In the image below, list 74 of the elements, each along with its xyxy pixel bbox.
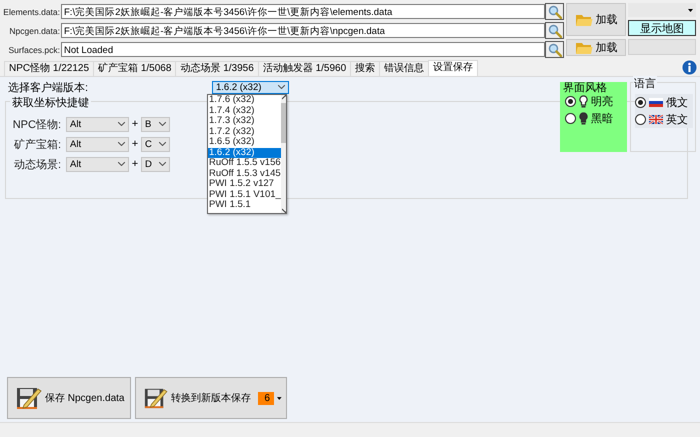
tab[interactable]: NPC怪物 1/22125 xyxy=(4,61,94,76)
option-label: 英文 xyxy=(666,112,688,127)
convert-save-button[interactable]: 转换到新版本保存 6 xyxy=(135,377,287,419)
search-icon xyxy=(548,4,562,18)
plus-sign: + xyxy=(130,118,140,130)
load-button[interactable]: 加载 xyxy=(566,3,626,36)
floppy-pencil-icon xyxy=(16,385,42,411)
group-title: 获取坐标快捷键 xyxy=(10,95,91,110)
chevron-icon xyxy=(159,162,166,166)
radio-button[interactable] xyxy=(635,114,646,125)
info-icon[interactable] xyxy=(682,60,697,75)
version-combo[interactable]: 1.6.2 (x32) xyxy=(212,80,289,94)
bulb-icon xyxy=(579,95,588,108)
version-label: 选择客户端版本: xyxy=(7,80,90,94)
plus-sign: + xyxy=(130,158,140,170)
load-button[interactable]: 加载 xyxy=(566,39,626,56)
key-select[interactable]: B xyxy=(141,116,170,132)
file-label: Npcgen.data: xyxy=(8,26,61,36)
option-label: 黑暗 xyxy=(591,112,613,126)
key-select[interactable]: D xyxy=(141,156,170,172)
radio-button[interactable] xyxy=(565,96,576,107)
bulb-icon xyxy=(579,112,588,125)
browse-button[interactable] xyxy=(545,41,564,58)
dropdown-arrow-icon xyxy=(277,396,282,400)
search-icon xyxy=(548,42,562,56)
group-title: 语言 xyxy=(633,76,657,91)
version-option[interactable]: 1.7.2 (x32) xyxy=(208,126,281,137)
empty-field xyxy=(628,39,696,55)
version-option[interactable]: PWI 1.5.1 xyxy=(208,200,281,210)
chevron-icon xyxy=(118,162,125,166)
version-option[interactable]: 1.7.4 (x32) xyxy=(208,106,281,116)
option-label: 俄文 xyxy=(666,96,688,110)
version-option[interactable]: PWI 1.5.2 v127 xyxy=(208,179,281,190)
folder-icon xyxy=(574,12,592,26)
browse-button[interactable] xyxy=(545,22,564,39)
version-option[interactable]: RuOff 1.5.5 v156 xyxy=(208,158,281,168)
file-label: Elements.data: xyxy=(2,6,61,16)
chevron-icon xyxy=(159,122,166,126)
version-number-field[interactable]: 6 xyxy=(258,392,274,404)
modifier-select[interactable]: Alt xyxy=(66,156,129,172)
version-option[interactable]: 1.6.5 (x32) xyxy=(208,137,281,148)
chevron-icon xyxy=(159,142,166,146)
file-label: Surfaces.pck: xyxy=(8,44,61,54)
file-path-field[interactable]: F:\完美国际2妖旅崛起-客户端版本号3456\许你一世\更新内容\elements.data xyxy=(61,4,545,19)
show-map-button[interactable]: 显示地图 xyxy=(628,20,696,36)
save-button[interactable]: 保存 Npcgen.data xyxy=(7,377,131,419)
key-select[interactable]: C xyxy=(141,136,170,152)
dropdown-arrow-icon xyxy=(688,8,693,12)
version-option[interactable]: 1.7.3 (x32) xyxy=(208,116,281,126)
chevron-icon xyxy=(278,85,285,89)
version-option[interactable]: 1.6.2 (x32) xyxy=(208,148,281,158)
modifier-select[interactable]: Alt xyxy=(66,116,129,132)
chevron-icon xyxy=(118,142,125,146)
plus-sign: + xyxy=(130,138,140,150)
folder-icon xyxy=(574,40,592,54)
version-option[interactable]: 1.7.6 (x32) xyxy=(208,95,281,106)
flag-icon xyxy=(649,98,663,107)
file-path-field[interactable]: Not Loaded xyxy=(61,42,545,57)
tab[interactable]: 设置保存 xyxy=(428,60,478,76)
hotkey-label: 动态场景: xyxy=(12,158,62,172)
group-title: 界面风格 xyxy=(562,81,608,95)
hotkey-label: NPC怪物: xyxy=(12,118,62,132)
option-label: 明亮 xyxy=(591,94,613,109)
radio-button[interactable] xyxy=(635,97,646,108)
version-option[interactable]: RuOff 1.5.3 v145 xyxy=(208,168,281,179)
version-option[interactable]: PWI 1.5.1 V101_ xyxy=(208,190,281,200)
file-path-field[interactable]: F:\完美国际2妖旅崛起-客户端版本号3456\许你一世\更新内容\npcgen.data xyxy=(61,23,545,38)
modifier-select[interactable]: Alt xyxy=(66,136,129,152)
flag-icon xyxy=(649,115,663,124)
search-icon xyxy=(548,24,562,38)
chevron-icon xyxy=(118,122,125,126)
hotkey-label: 矿产宝箱: xyxy=(12,138,62,152)
radio-button[interactable] xyxy=(565,113,576,124)
browse-button[interactable] xyxy=(545,3,564,20)
